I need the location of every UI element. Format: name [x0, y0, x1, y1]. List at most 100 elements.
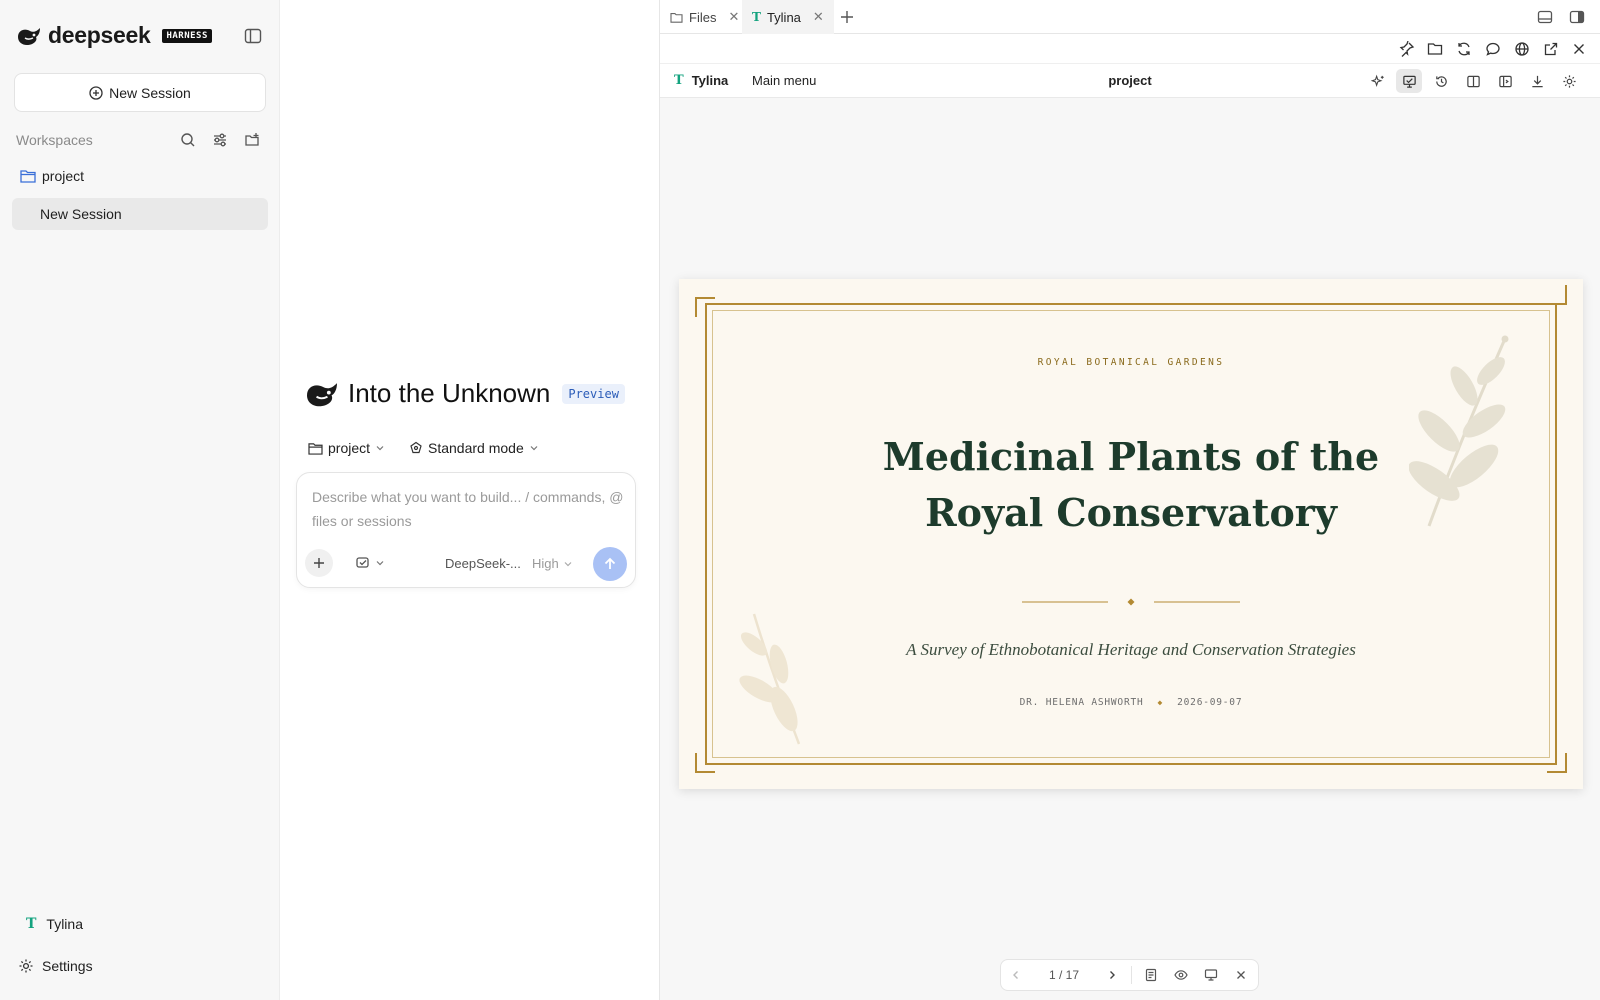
- settings-button[interactable]: Settings: [18, 958, 93, 974]
- brand-name: deepseek: [48, 22, 151, 48]
- gear-icon[interactable]: [1556, 69, 1582, 93]
- slide-corner: [695, 753, 715, 773]
- user-avatar: T: [26, 916, 37, 932]
- page-counter: 1 / 17: [1048, 968, 1080, 982]
- message-composer: Describe what you want to build... / com…: [296, 472, 636, 588]
- external-icon[interactable]: [1543, 41, 1559, 57]
- plus-circle-icon: [89, 85, 103, 100]
- session-item[interactable]: New Session: [12, 198, 268, 230]
- folder-plus-icon[interactable]: [236, 129, 268, 151]
- layout-bottom-icon[interactable]: [1537, 9, 1553, 25]
- chevron-right-icon[interactable]: [1097, 960, 1127, 990]
- slide-subtitle: A Survey of Ethnobotanical Heritage and …: [906, 640, 1356, 659]
- chevron-down-icon: [529, 443, 539, 453]
- chat-header: Into the Unknown Preview: [304, 378, 625, 409]
- folder-icon: [308, 442, 323, 455]
- tab-bar: Files ✕ T Tylina ✕: [660, 0, 1600, 34]
- slide-divider: [1022, 597, 1240, 607]
- close-icon[interactable]: ✕: [728, 9, 739, 25]
- preview-panel: Files ✕ T Tylina ✕ T Tylina Main menu pr…: [659, 0, 1600, 1000]
- refresh-icon[interactable]: [1456, 41, 1472, 57]
- sidebar: deepseek HARNESS New Session Workspaces …: [0, 0, 280, 1000]
- close-icon[interactable]: [1571, 41, 1587, 57]
- slide-title: Medicinal Plants of the Royal Conservato…: [882, 434, 1380, 535]
- download-icon[interactable]: [1524, 69, 1550, 93]
- eye-icon[interactable]: [1166, 960, 1196, 990]
- workspaces-label: Workspaces: [16, 132, 93, 148]
- chat-title: Into the Unknown: [348, 378, 551, 408]
- tab-files[interactable]: Files ✕: [660, 0, 749, 34]
- chevron-down-icon: [375, 443, 385, 453]
- present-icon[interactable]: [1196, 960, 1226, 990]
- tools-selector[interactable]: [355, 555, 385, 571]
- slide-corner: [1547, 285, 1567, 305]
- send-button[interactable]: [593, 547, 627, 581]
- project-selector[interactable]: project: [308, 440, 385, 456]
- project-chip-label: project: [328, 440, 371, 456]
- document-header: T Tylina Main menu project: [660, 64, 1600, 98]
- globe-icon[interactable]: [1514, 41, 1530, 57]
- diamond-icon: ◆: [1157, 698, 1164, 707]
- chevron-down-icon: [375, 558, 385, 568]
- workspaces-header: Workspaces: [16, 129, 268, 151]
- slide-date: 2026-09-07: [1177, 697, 1243, 708]
- chevron-left-icon[interactable]: [1001, 960, 1031, 990]
- effort-label: High: [532, 556, 559, 571]
- new-session-label: New Session: [109, 84, 191, 101]
- slide-pager: 1 / 17: [1000, 959, 1259, 991]
- mode-chip-label: Standard mode: [428, 440, 524, 456]
- new-tab-button[interactable]: [838, 8, 856, 26]
- chat-icon[interactable]: [1485, 41, 1501, 57]
- brand-logo: deepseek HARNESS: [16, 22, 212, 49]
- pin-icon[interactable]: [1399, 41, 1415, 57]
- present-icon[interactable]: [1396, 69, 1422, 93]
- preview-badge: Preview: [562, 383, 625, 404]
- workspace-project[interactable]: project: [20, 168, 84, 184]
- whale-logo-icon: [304, 379, 340, 409]
- settings-label: Settings: [42, 958, 93, 974]
- whale-logo-icon: [16, 25, 42, 47]
- mode-icon: [409, 441, 423, 455]
- arrow-up-icon: [602, 556, 618, 572]
- app-name: Tylina: [691, 73, 729, 88]
- tab-tylina[interactable]: T Tylina ✕: [742, 0, 834, 34]
- columns-icon[interactable]: [1460, 69, 1486, 93]
- chevron-down-icon: [563, 559, 573, 569]
- notes-icon[interactable]: [1136, 960, 1166, 990]
- slide-byline: DR. HELENA ASHWORTH ◆ 2026-09-07: [679, 697, 1583, 708]
- main-menu-button[interactable]: Main menu: [752, 73, 816, 88]
- close-icon[interactable]: [1226, 960, 1256, 990]
- leaf-sprig-icon: [734, 609, 814, 749]
- sliders-icon[interactable]: [204, 129, 236, 151]
- sparkle-icon[interactable]: [1365, 69, 1391, 93]
- tab-tylina-icon: T: [752, 10, 761, 24]
- folder-icon[interactable]: [1427, 41, 1443, 57]
- new-session-button[interactable]: New Session: [14, 73, 266, 112]
- sidebar-toggle-icon[interactable]: [243, 26, 263, 46]
- presentation-slide: ROYAL BOTANICAL GARDENS Medicinal Plants…: [679, 279, 1583, 789]
- search-icon[interactable]: [172, 129, 204, 151]
- add-attachment-button[interactable]: [305, 549, 333, 577]
- tab-tylina-label: Tylina: [766, 9, 801, 25]
- mode-selector[interactable]: Standard mode: [409, 440, 539, 456]
- folder-icon: [20, 169, 36, 183]
- preview-toolbar: [660, 34, 1600, 64]
- slide-kicker: ROYAL BOTANICAL GARDENS: [1037, 357, 1225, 368]
- layout-right-icon[interactable]: [1569, 9, 1585, 25]
- app-avatar: T: [674, 73, 684, 88]
- close-icon[interactable]: ✕: [813, 9, 824, 25]
- document-app: T Tylina: [674, 73, 728, 88]
- tool-icon: [355, 555, 371, 571]
- pager-divider: [1131, 966, 1132, 984]
- effort-selector[interactable]: High: [532, 556, 573, 571]
- composer-input[interactable]: Describe what you want to build... / com…: [312, 485, 624, 533]
- user-name: Tylina: [46, 916, 83, 932]
- history-icon[interactable]: [1428, 69, 1454, 93]
- panel-icon[interactable]: [1492, 69, 1518, 93]
- slide-corner: [1547, 753, 1567, 773]
- slide-author: DR. HELENA ASHWORTH: [1019, 697, 1144, 708]
- tab-files-label: Files: [689, 9, 717, 25]
- model-selector[interactable]: DeepSeek-...: [445, 556, 521, 571]
- gear-icon: [18, 958, 34, 974]
- user-profile[interactable]: T Tylina: [26, 916, 83, 932]
